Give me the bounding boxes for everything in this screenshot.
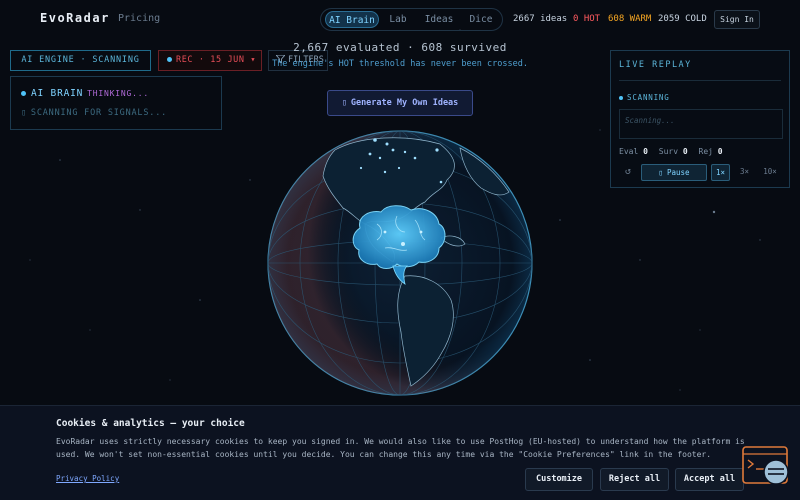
mode-tab-ai-brain[interactable]: AI Brain — [325, 11, 379, 28]
globe-visualization[interactable] — [265, 128, 535, 398]
sparkle-icon: ▯ — [341, 98, 347, 108]
divider — [619, 80, 781, 81]
live-replay-title: LIVE REPLAY — [619, 60, 692, 70]
speed-3x-button[interactable]: 3× — [735, 164, 754, 181]
sign-in-button[interactable]: Sign In — [714, 10, 760, 29]
cookie-title: Cookies & analytics — your choice — [56, 418, 245, 429]
reset-icon[interactable]: ↺ — [619, 164, 637, 181]
surv-count: 0 — [682, 147, 688, 156]
scan-status-dot-icon — [619, 96, 623, 100]
stat-hot: 0 HOT — [573, 14, 601, 24]
eval-label: Eval — [619, 147, 639, 156]
generate-ideas-label: Generate My Own Ideas — [350, 98, 459, 108]
nav-pricing-link[interactable]: Pricing — [118, 13, 160, 24]
mode-switcher: AI Brain Lab Ideas Dice — [320, 8, 503, 31]
surv-label: Surv — [658, 147, 679, 156]
ai-brain-panel: AI BRAIN THINKING... ▯ SCANNING FOR SIGNAL… — [10, 76, 222, 130]
accept-all-button[interactable]: Accept all — [675, 468, 744, 491]
ai-brain-label: AI BRAIN — [31, 88, 84, 99]
brain-status-dot-icon — [21, 91, 26, 96]
pause-button[interactable]: ▯ Pause — [641, 164, 707, 181]
search-icon: ▯ — [21, 108, 27, 118]
replay-status: SCANNING — [627, 93, 670, 102]
eval-count: 0 — [643, 147, 648, 156]
reject-all-button[interactable]: Reject all — [600, 468, 669, 491]
mode-tab-ideas[interactable]: Ideas — [419, 11, 459, 28]
cookie-body: EvoRadar uses strictly necessary cookies… — [56, 437, 745, 459]
stat-ideas: 2667 ideas — [513, 14, 568, 24]
brand-logo[interactable]: EvoRadar — [40, 11, 110, 25]
terminal-chat-icon[interactable] — [742, 445, 790, 487]
scanning-signals-text: SCANNING FOR SIGNALS... — [30, 108, 168, 118]
rej-count: 0 — [717, 147, 723, 156]
stat-warm: 608 WARM — [608, 14, 652, 24]
speed-10x-button[interactable]: 10× — [759, 164, 781, 181]
mode-tab-dice[interactable]: Dice — [463, 11, 499, 28]
cookie-banner: Cookies & analytics — your choice EvoRad… — [0, 405, 800, 500]
replay-log-box: Scanning... — [619, 109, 783, 139]
generate-ideas-button[interactable]: ▯ Generate My Own Ideas — [327, 90, 473, 116]
mode-tab-lab[interactable]: Lab — [383, 11, 413, 28]
top-bar: EvoRadar Pricing AI Brain Lab Ideas Dice… — [0, 0, 800, 38]
stat-cold: 2059 COLD — [658, 14, 707, 24]
live-replay-panel: LIVE REPLAY SCANNING Scanning... Eval 0 … — [610, 50, 790, 188]
replay-counters: Eval 0 Surv 0 Rej 0 — [619, 147, 729, 156]
speed-1x-button[interactable]: 1× — [711, 164, 730, 181]
pause-label: Pause — [666, 168, 690, 177]
rej-label: Rej — [698, 147, 713, 156]
customize-button[interactable]: Customize — [525, 468, 593, 491]
privacy-policy-link[interactable]: Privacy Policy — [56, 474, 119, 483]
pause-icon: ▯ — [658, 168, 663, 177]
brain-thinking-status: THINKING... — [87, 89, 149, 98]
